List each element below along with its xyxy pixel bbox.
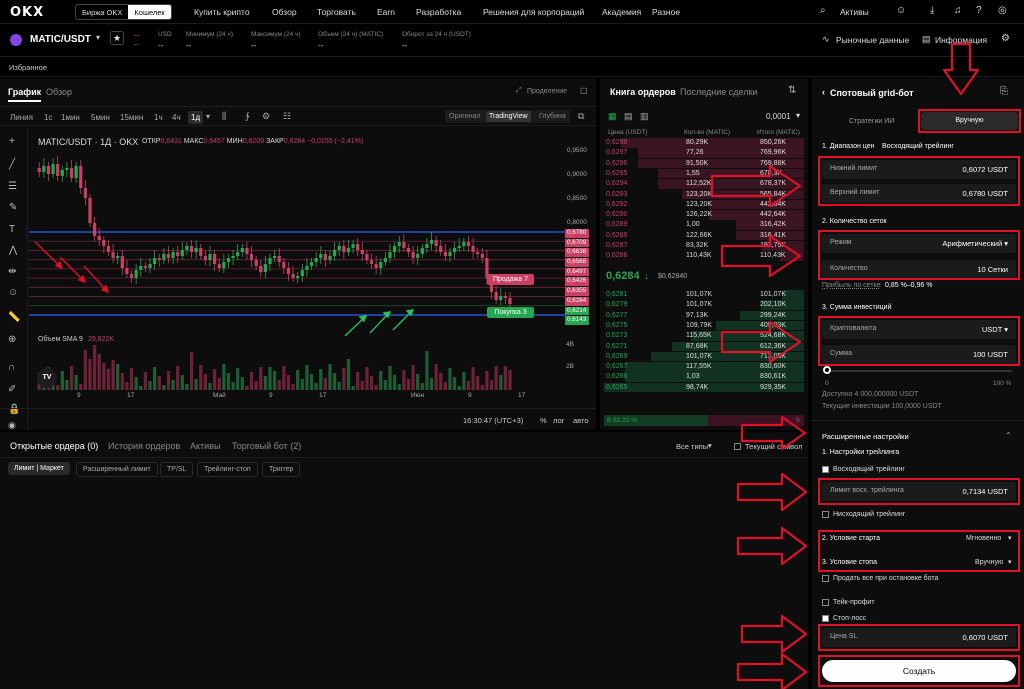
red-arrow-right [736,472,808,512]
red-arrow-right [740,614,808,654]
red-arrow-right [720,234,802,278]
red-arrow-down [942,42,980,96]
red-arrows-overlay [710,42,980,689]
red-arrow-right [710,164,802,208]
red-arrow-right [736,526,808,566]
red-arrow-right [720,320,802,364]
red-arrow-right [740,415,807,451]
red-arrow-right [736,652,808,689]
